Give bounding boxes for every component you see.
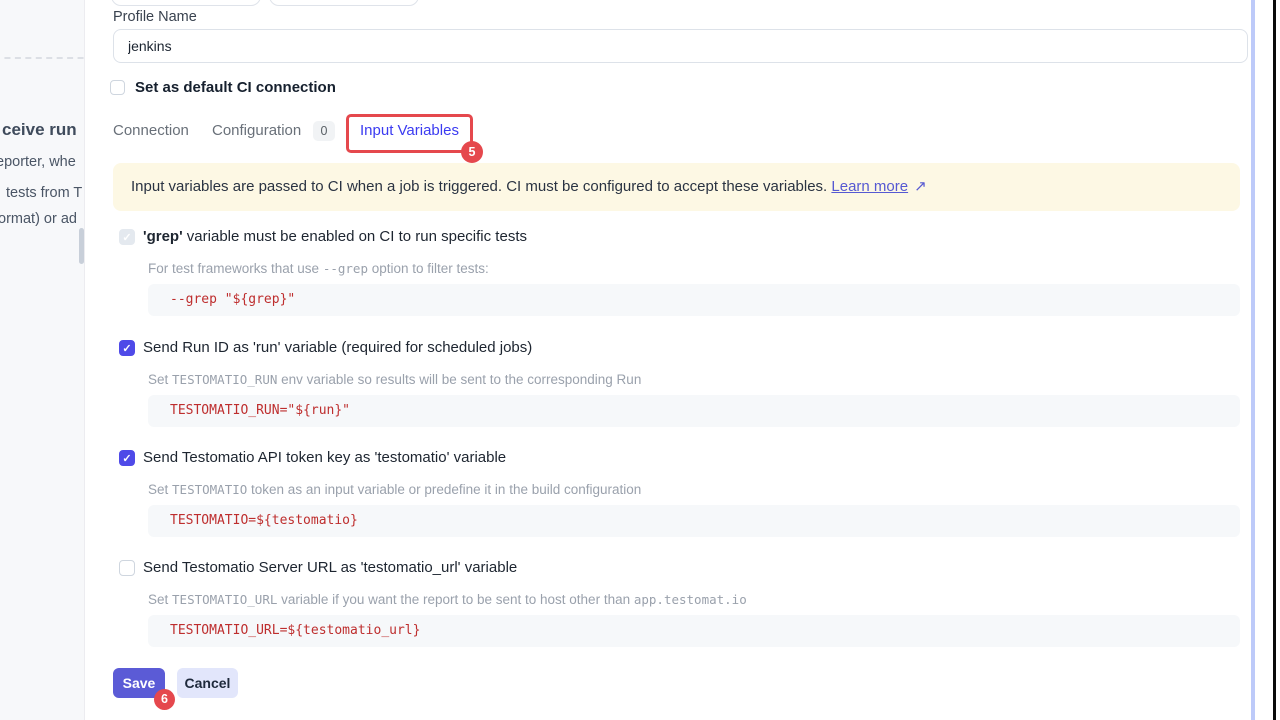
variable-code: --grep "${grep}" <box>148 284 1240 316</box>
cancel-button[interactable]: Cancel <box>177 668 238 698</box>
tutorial-step-badge: 6 <box>154 689 175 710</box>
variable-code-block: --grep "${grep}" <box>148 284 1240 316</box>
variable-code-block: TESTOMATIO_URL=${testomatio_url} <box>148 615 1240 647</box>
variable-section: ✓ Send Testomatio Server URL as 'testoma… <box>113 559 1240 659</box>
sidebar-text-fragment: ormat) or ad <box>0 211 77 227</box>
variable-code-block: TESTOMATIO=${testomatio} <box>148 505 1240 537</box>
info-banner-text: Input variables are passed to CI when a … <box>131 178 831 195</box>
variable-label: 'grep' variable must be enabled on CI to… <box>143 228 527 245</box>
variable-checkbox[interactable]: ✓ <box>119 560 135 576</box>
profile-name-input[interactable] <box>113 29 1248 63</box>
variable-helper-text: Set TESTOMATIO_URL variable if you want … <box>148 592 747 607</box>
tutorial-highlight-box <box>346 114 473 153</box>
sidebar-text-fragment: eporter, whe <box>0 154 76 170</box>
sidebar-text-fragment: tests from T <box>6 185 82 201</box>
variable-section: ✓ Send Testomatio API token key as 'test… <box>113 449 1240 549</box>
sidebar-scrollbar-thumb[interactable] <box>79 228 84 264</box>
dashed-divider <box>0 57 85 59</box>
variable-helper-text: Set TESTOMATIO token as an input variabl… <box>148 482 641 497</box>
checkmark-icon: ✓ <box>120 341 134 357</box>
default-ci-checkbox[interactable] <box>110 80 125 95</box>
variable-code-block: TESTOMATIO_RUN="${run}" <box>148 395 1240 427</box>
variable-label: Send Testomatio API token key as 'testom… <box>143 449 506 466</box>
variable-section: ✓ Send Run ID as 'run' variable (require… <box>113 339 1240 439</box>
variable-helper-text: Set TESTOMATIO_RUN env variable so resul… <box>148 372 641 387</box>
tab-connection[interactable]: Connection <box>113 122 189 139</box>
configuration-count-badge: 0 <box>313 121 335 141</box>
learn-more-link[interactable]: Learn more <box>831 178 908 195</box>
checkmark-icon: ✓ <box>120 230 134 246</box>
variable-code: TESTOMATIO_RUN="${run}" <box>148 395 1240 427</box>
variable-checkbox[interactable]: ✓ <box>119 340 135 356</box>
variable-label: Send Testomatio Server URL as 'testomati… <box>143 559 517 576</box>
sidebar-text-fragment: ceive run <box>2 120 77 140</box>
ci-settings-panel: Profile Name Set as default CI connectio… <box>85 0 1251 720</box>
tab-configuration[interactable]: Configuration <box>212 122 301 139</box>
variable-checkbox[interactable]: ✓ <box>119 450 135 466</box>
variable-checkbox: ✓ <box>119 229 135 245</box>
default-ci-checkbox-label: Set as default CI connection <box>135 79 336 96</box>
variable-code: TESTOMATIO_URL=${testomatio_url} <box>148 615 1240 647</box>
variable-section: ✓ 'grep' variable must be enabled on CI … <box>113 228 1240 328</box>
tutorial-step-badge: 5 <box>461 141 483 163</box>
checkmark-icon: ✓ <box>120 451 134 467</box>
profile-name-label: Profile Name <box>113 9 197 25</box>
external-link-icon: ↗ <box>914 163 927 211</box>
variable-label: Send Run ID as 'run' variable (required … <box>143 339 532 356</box>
cutoff-select-field[interactable] <box>111 0 261 6</box>
window-edge-line <box>1273 0 1276 720</box>
variable-code: TESTOMATIO=${testomatio} <box>148 505 1240 537</box>
background-sidebar: ceive run eporter, whe tests from T orma… <box>0 0 85 720</box>
cutoff-select-field[interactable] <box>269 0 419 6</box>
variable-helper-text: For test frameworks that use --grep opti… <box>148 261 489 276</box>
info-banner: Input variables are passed to CI when a … <box>113 163 1240 211</box>
page-scrollbar[interactable] <box>1251 0 1255 720</box>
